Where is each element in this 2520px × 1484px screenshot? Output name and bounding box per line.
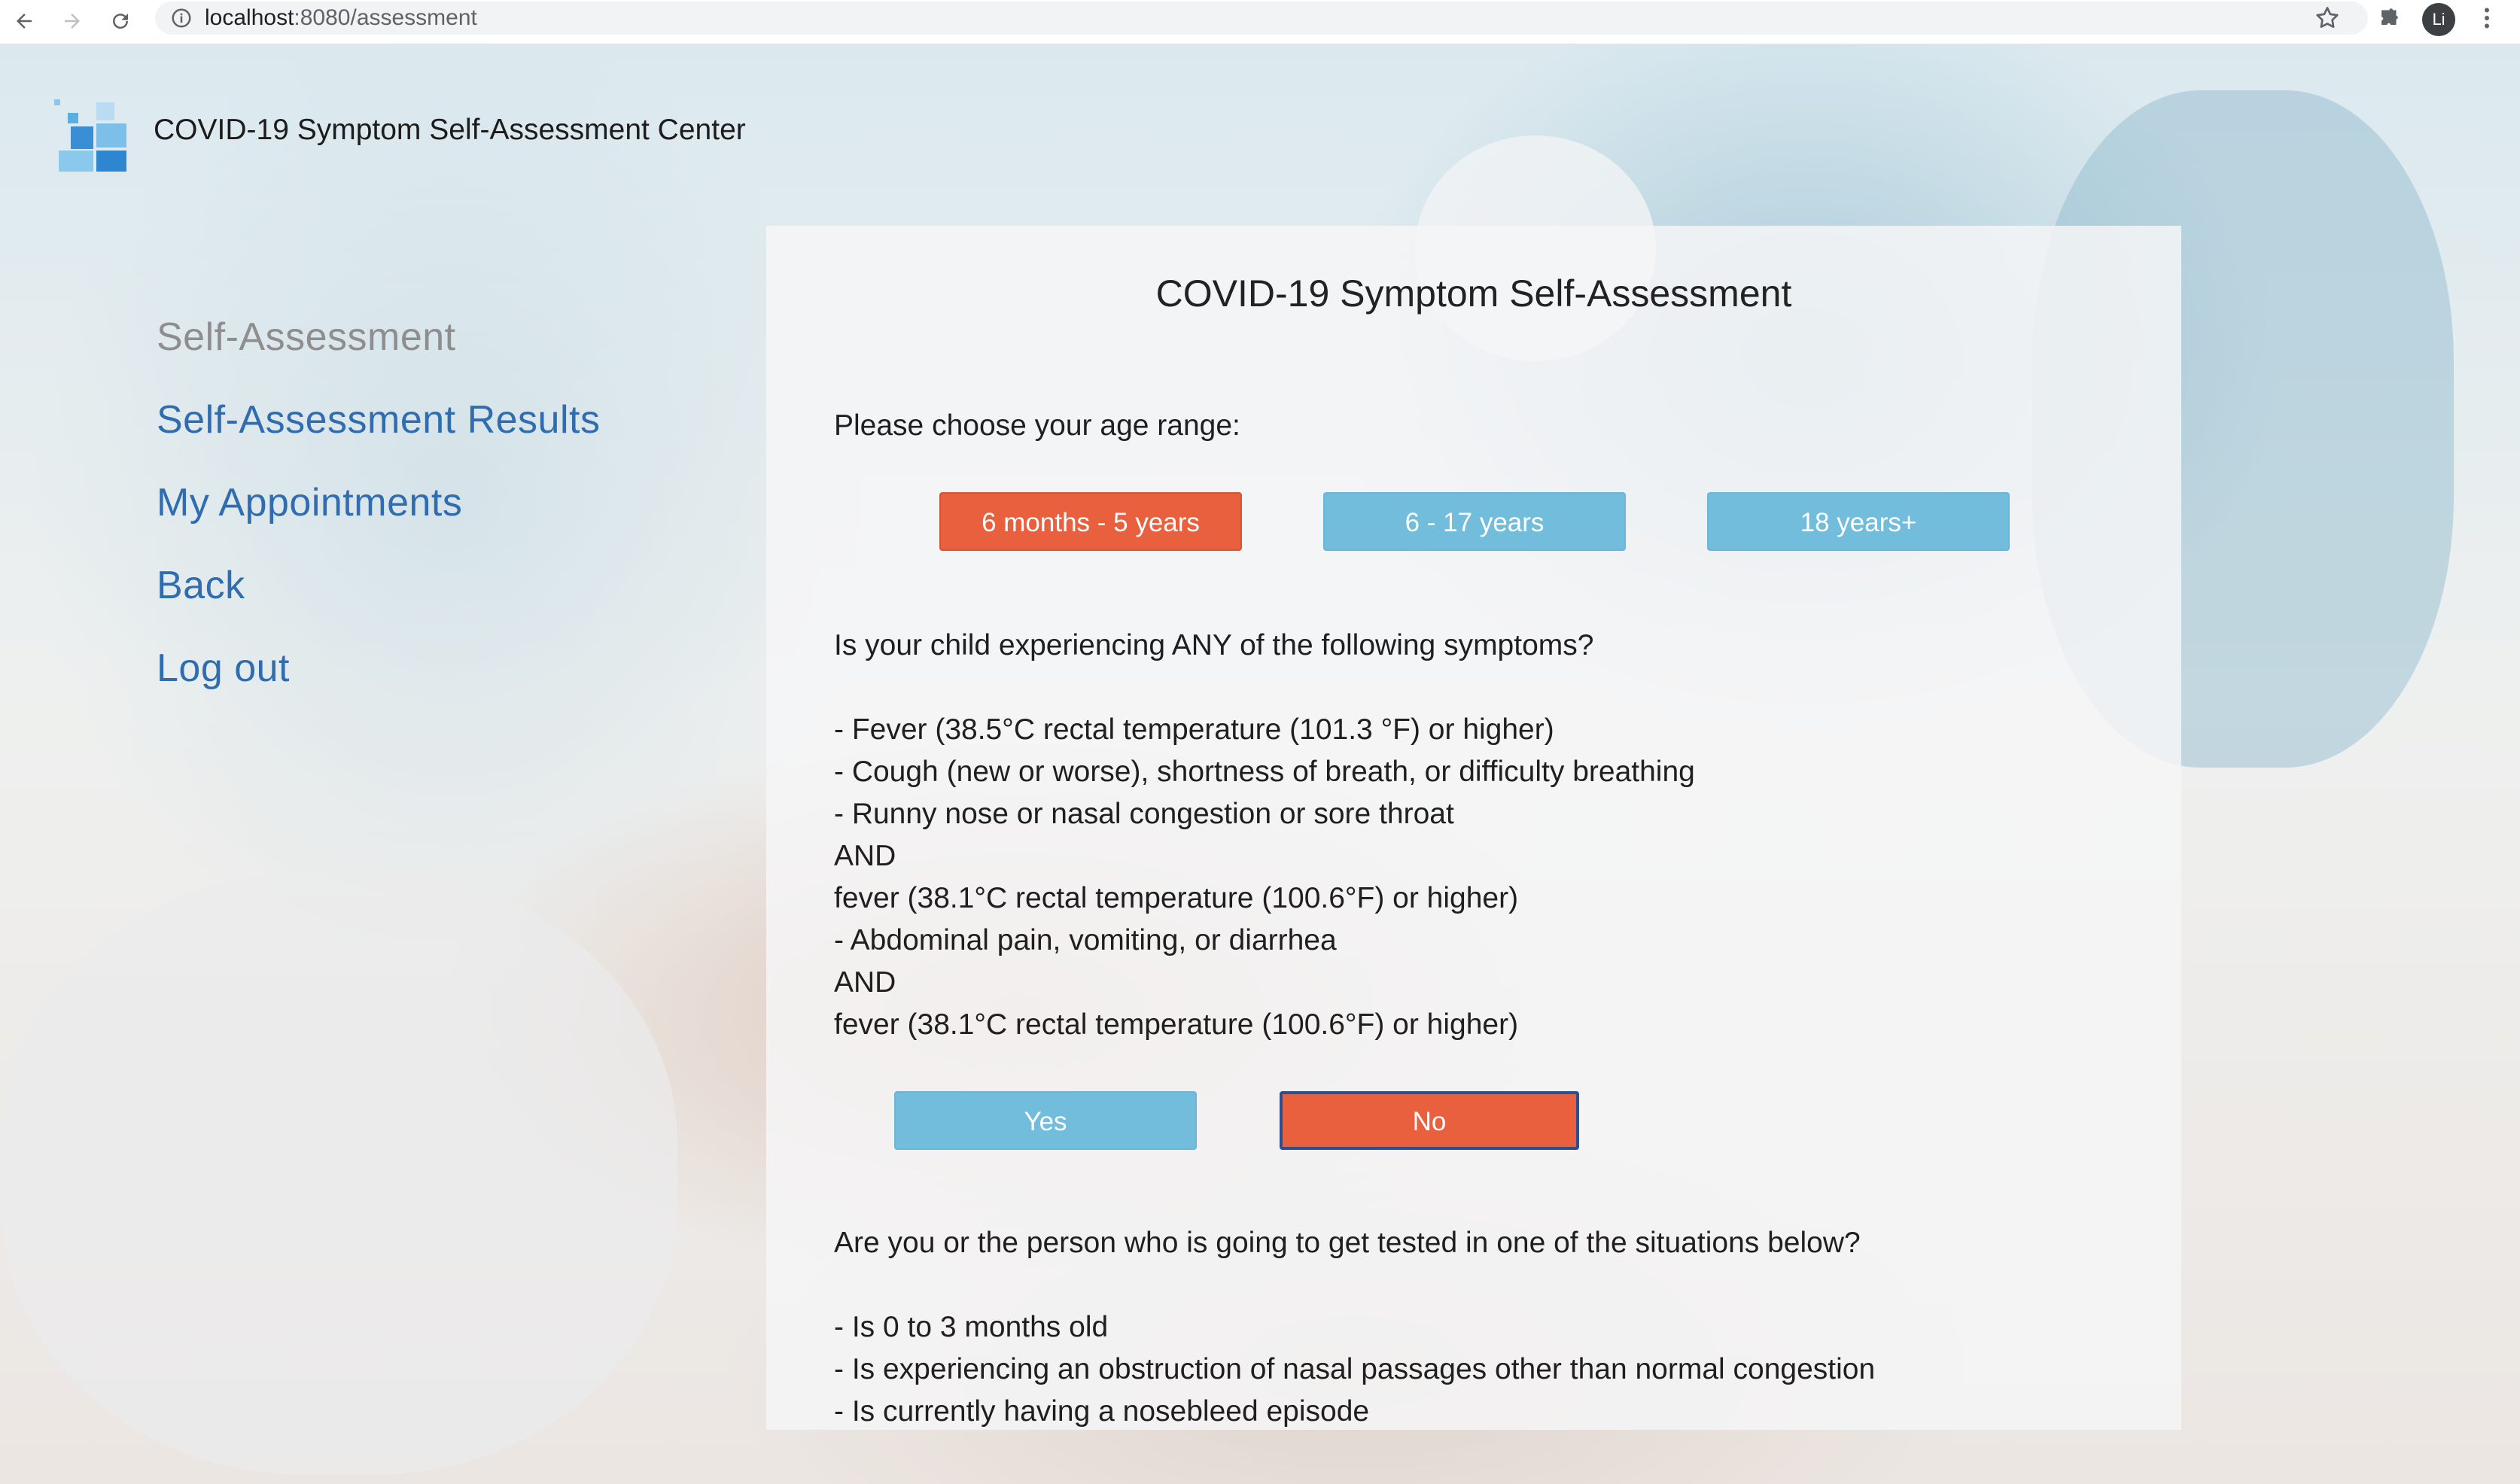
situation-question: Are you or the person who is going to ge… [834, 1227, 1861, 1259]
list-item: - Is currently having a nosebleed episod… [834, 1395, 1370, 1428]
list-item: - Runny nose or nasal congestion or sore… [834, 798, 1454, 830]
page-title: COVID-19 Symptom Self-Assessment [1155, 272, 1792, 315]
app-title: COVID-19 Symptom Self-Assessment Center [154, 114, 746, 146]
list-item: - Is 0 to 3 months old [834, 1311, 1109, 1343]
symptom-list: - Fever (38.5°C rectal temperature (101.… [834, 709, 1695, 1046]
no-button[interactable]: No [1280, 1091, 1579, 1150]
list-item: AND [834, 840, 896, 872]
sidebar-item-log-out[interactable]: Log out [157, 646, 600, 691]
age-option-6-months-5-years[interactable]: 6 months - 5 years [939, 492, 1242, 551]
more-menu-icon[interactable] [2473, 5, 2500, 32]
background-shape [0, 873, 677, 1475]
app-logo-icon [54, 96, 129, 172]
url-path: :8080/assessment [294, 5, 477, 30]
list-item: - Is experiencing an obstruction of nasa… [834, 1353, 1876, 1385]
list-item: - Fever (38.5°C rectal temperature (101.… [834, 713, 1554, 746]
assessment-card: COVID-19 Symptom Self-Assessment Please … [766, 226, 2181, 1430]
sidebar-item-self-assessment-results[interactable]: Self-Assessment Results [157, 397, 600, 442]
url-text[interactable]: localhost:8080/assessment [205, 5, 477, 32]
list-item: - Abdominal pain, vomiting, or diarrhea [834, 924, 1337, 956]
list-item: fever (38.1°C rectal temperature (100.6°… [834, 882, 1519, 914]
bookmark-star-icon[interactable] [2314, 5, 2341, 32]
reload-icon[interactable] [104, 5, 137, 38]
sidebar-item-self-assessment[interactable]: Self-Assessment [157, 315, 600, 360]
list-item: AND [834, 966, 896, 999]
situation-list: - Is 0 to 3 months old - Is experiencing… [834, 1306, 1875, 1433]
symptom-question: Is your child experiencing ANY of the fo… [834, 629, 1594, 661]
address-bar[interactable]: localhost:8080/assessment [155, 2, 2368, 35]
age-question: Please choose your age range: [834, 409, 1240, 442]
info-icon[interactable] [170, 7, 193, 29]
browser-toolbar: localhost:8080/assessment Li [0, 0, 2520, 45]
profile-avatar[interactable]: Li [2422, 3, 2455, 36]
forward-arrow-icon[interactable] [56, 5, 89, 38]
url-host: localhost [205, 5, 294, 30]
extensions-puzzle-icon[interactable] [2375, 5, 2402, 32]
sidebar-item-my-appointments[interactable]: My Appointments [157, 480, 600, 525]
age-option-6-17-years[interactable]: 6 - 17 years [1323, 492, 1626, 551]
list-item: fever (38.1°C rectal temperature (100.6°… [834, 1008, 1519, 1041]
sidebar-nav: Self-Assessment Self-Assessment Results … [157, 315, 600, 728]
age-option-18-plus[interactable]: 18 years+ [1707, 492, 2010, 551]
back-arrow-icon[interactable] [8, 5, 41, 38]
sidebar-item-back[interactable]: Back [157, 563, 600, 608]
yes-button[interactable]: Yes [894, 1091, 1197, 1150]
list-item: - Cough (new or worse), shortness of bre… [834, 756, 1695, 788]
